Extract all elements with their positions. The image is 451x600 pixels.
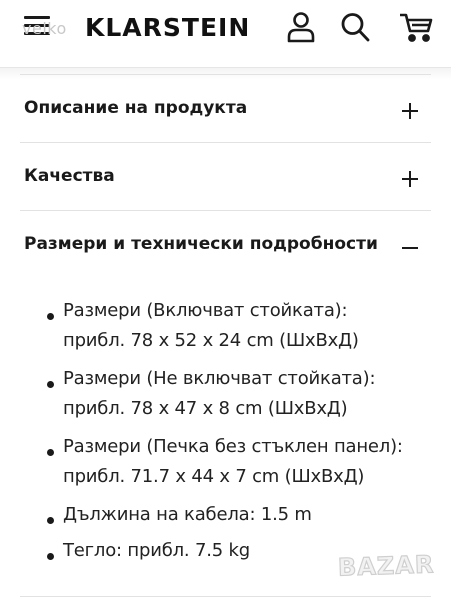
divider [20, 142, 431, 143]
bullet [47, 517, 54, 524]
spec-line: прибл. 71.7 x 44 x 7 cm (ШxВxД) [63, 466, 365, 487]
spec-line: Дължина на кабела: 1.5 m [63, 504, 312, 525]
spec-text: Размери (Включват стойката): прибл. 78 x… [63, 296, 433, 356]
plus-icon[interactable] [400, 101, 420, 121]
bullet [47, 381, 54, 388]
accordion-title: Качества [24, 166, 115, 186]
spec-text: Размери (Печка без стъклен панел): прибл… [63, 432, 433, 492]
accordion-title: Размери и технически подробности [24, 234, 378, 254]
accordion-title: Описание на продукта [24, 98, 248, 118]
spec-text: Дължина на кабела: 1.5 m [63, 500, 433, 530]
account-icon[interactable] [286, 11, 316, 43]
search-icon[interactable] [340, 11, 370, 43]
plus-icon[interactable] [400, 169, 420, 189]
bullet [47, 313, 54, 320]
divider [20, 596, 431, 597]
spec-text: Размери (Не включват стойката): прибл. 7… [63, 364, 433, 424]
spec-line: Размери (Включват стойката): [63, 300, 348, 321]
watermark-text: velko [22, 19, 67, 38]
accordion-product-description[interactable]: Описание на продукта [0, 76, 451, 142]
spec-line: Размери (Не включват стойката): [63, 368, 376, 389]
spec-line: прибл. 78 x 47 x 8 cm (ШxВxД) [63, 398, 348, 419]
divider [20, 74, 431, 75]
cart-icon[interactable] [398, 11, 434, 43]
bullet [47, 553, 54, 560]
bullet [47, 449, 54, 456]
spec-line: прибл. 78 x 52 x 24 cm (ШxВxД) [63, 330, 359, 351]
accordion-qualities[interactable]: Качества [0, 144, 451, 210]
site-header: velko KLARSTEIN [0, 0, 451, 68]
accordion-dimensions-specs[interactable]: Размери и технически подробности [0, 212, 451, 278]
bazar-watermark-logo: BAZAR [337, 550, 435, 583]
divider [20, 210, 431, 211]
spec-line: Размери (Печка без стъклен панел): [63, 436, 403, 457]
brand-logo[interactable]: KLARSTEIN [85, 13, 250, 42]
minus-icon[interactable] [400, 238, 420, 258]
